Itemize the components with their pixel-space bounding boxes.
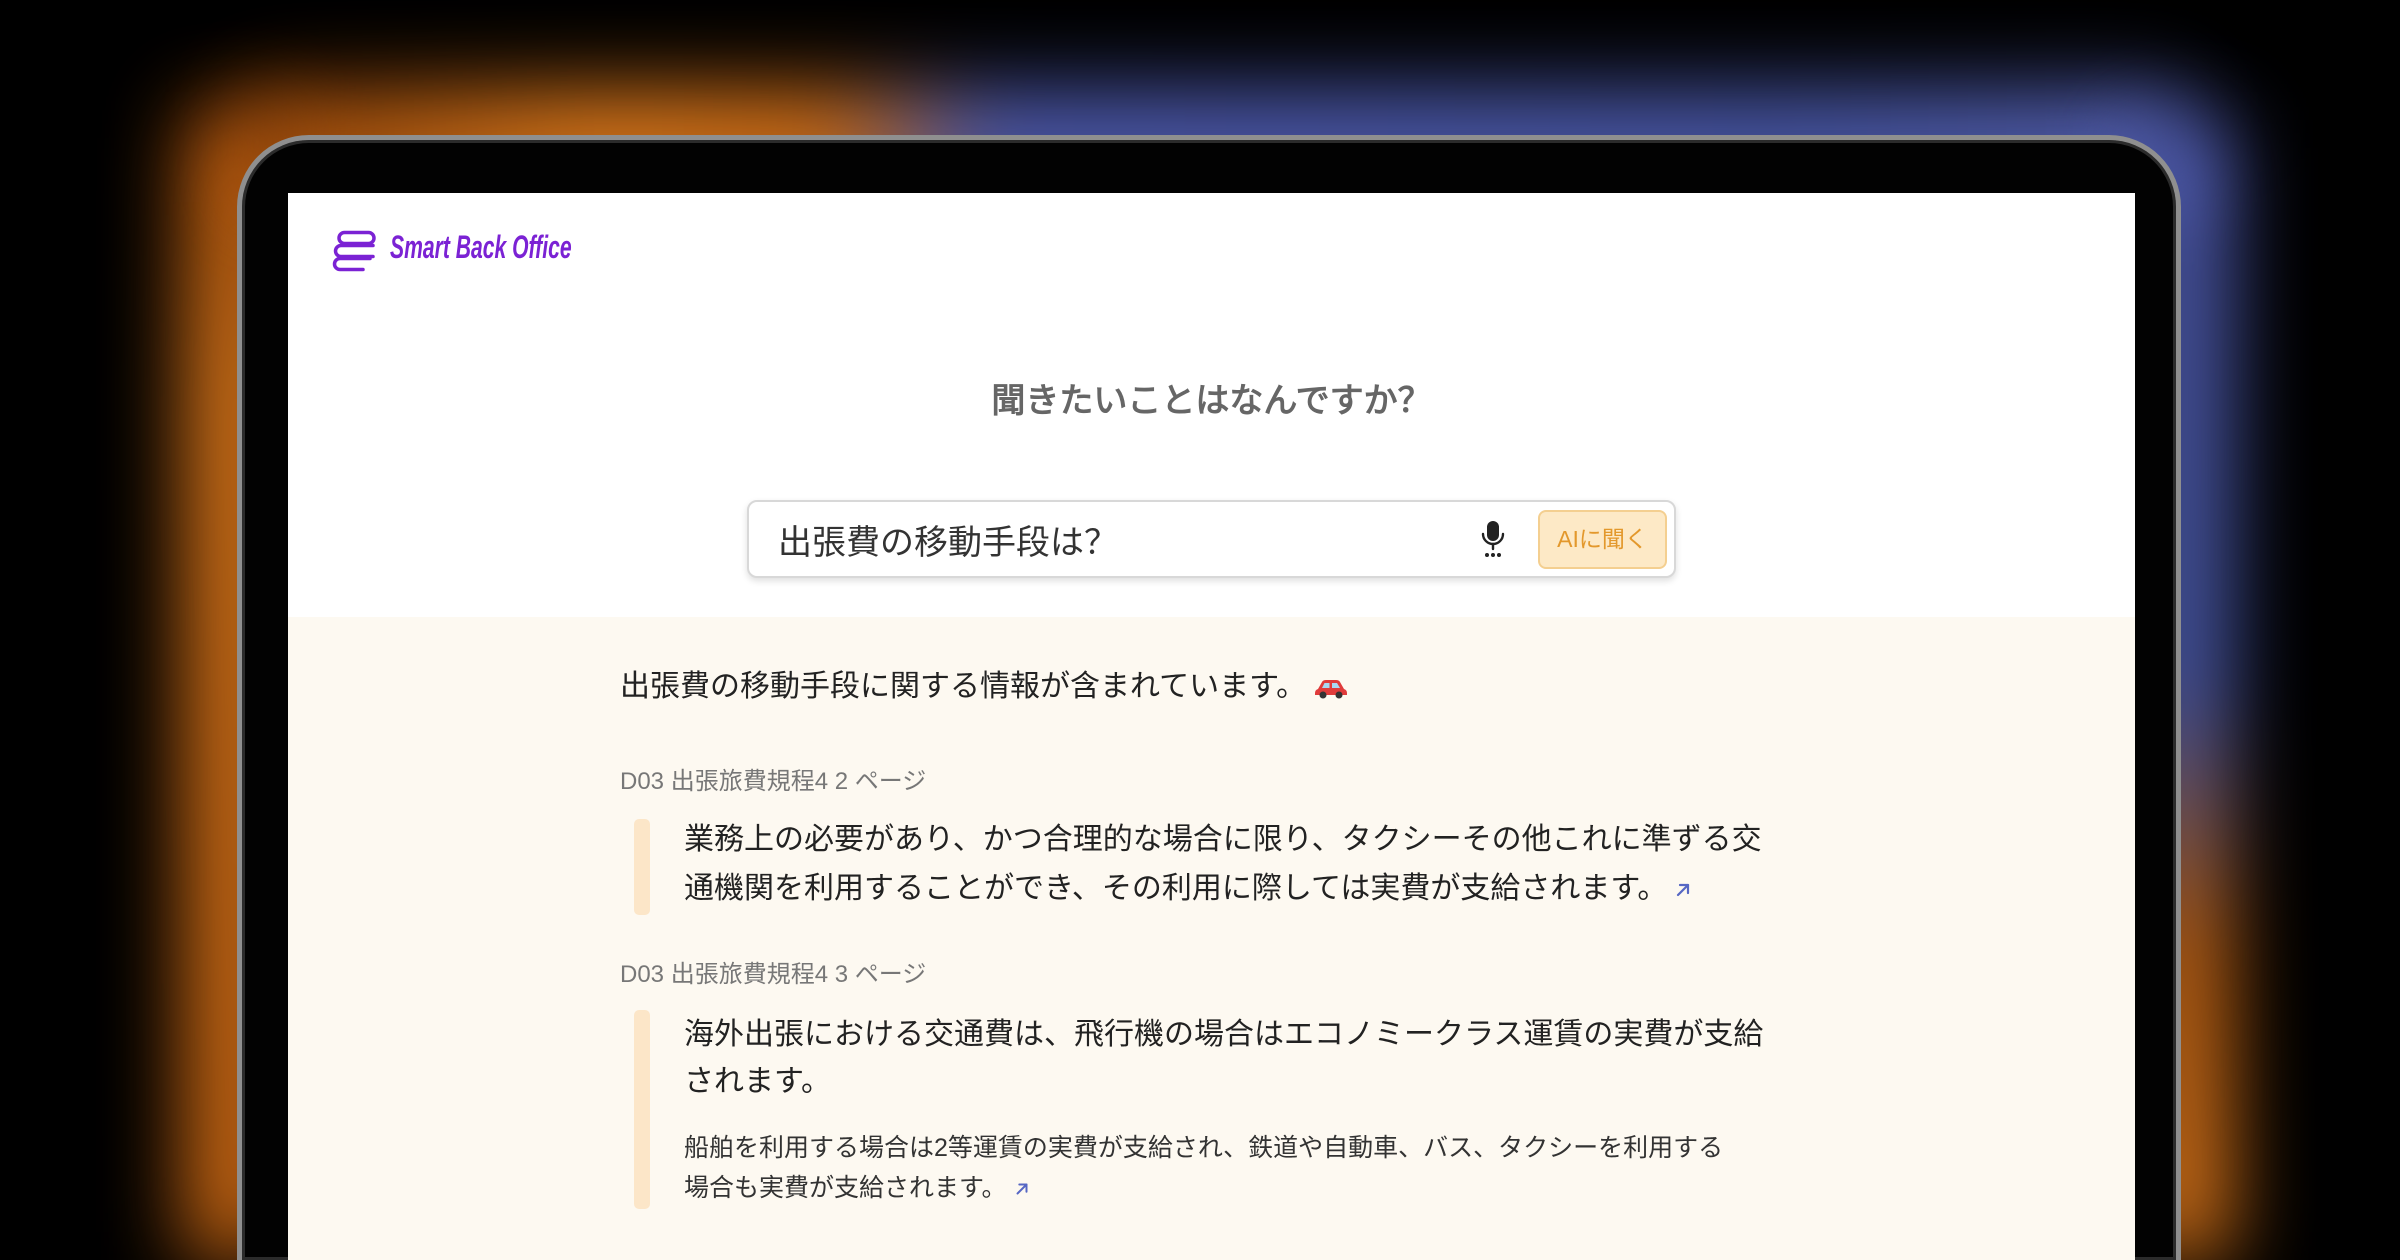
ask-ai-button[interactable]: AIに聞く	[1538, 510, 1667, 569]
app-screen: Smart Back Office 聞きたいことはなんですか？ AIに聞く 出張…	[288, 193, 2135, 1260]
stacked-layers-icon	[332, 230, 376, 272]
excerpt-line-text: 通機関を利用することができ、その利用に際しては実費が支給されます。	[684, 872, 1668, 905]
excerpt-line: されます。	[684, 1065, 831, 1098]
excerpt-line: 海外出張における交通費は、飛行機の場合はエコノミークラス運賃の実費が支給	[684, 1018, 1764, 1051]
page-heading: 聞きたいことはなんですか？	[991, 382, 1432, 420]
external-link-icon[interactable]	[1013, 1180, 1031, 1198]
search-bar: AIに聞く	[747, 500, 1676, 578]
answer-summary: 出張費の移動手段に関する情報が含まれています。	[620, 667, 1348, 707]
source-title: D03 出張旅費規程4 2 ページ	[620, 768, 927, 795]
quote-bar	[634, 1010, 650, 1209]
source-excerpt: 業務上の必要があり、かつ合理的な場合に限り、タクシーその他これに準ずる交 通機関…	[684, 815, 1762, 913]
detail-line-text: 場合も実費が支給されます。	[684, 1174, 1007, 1202]
answer-summary-text: 出張費の移動手段に関する情報が含まれています。	[620, 670, 1307, 703]
search-input[interactable]	[778, 502, 1458, 576]
source-title: D03 出張旅費規程4 3 ページ	[620, 961, 927, 988]
car-icon	[1315, 680, 1348, 699]
microphone-icon[interactable]	[1478, 519, 1508, 559]
detail-line: 船舶を利用する場合は2等運賃の実費が支給され、鉄道や自動車、バス、タクシーを利用…	[684, 1134, 1724, 1162]
quote-bar	[634, 819, 650, 915]
brand-logo[interactable]: Smart Back Office	[332, 229, 665, 273]
brand-name: Smart Back Office	[390, 229, 572, 265]
page-stage: Smart Back Office 聞きたいことはなんですか？ AIに聞く 出張…	[0, 0, 2400, 1260]
external-link-icon[interactable]	[1673, 880, 1693, 900]
source-excerpt: 海外出張における交通費は、飛行機の場合はエコノミークラス運賃の実費が支給 されま…	[684, 1011, 1763, 1105]
detail-line-last: 場合も実費が支給されます。	[684, 1168, 1723, 1208]
source-detail: 船舶を利用する場合は2等運賃の実費が支給され、鉄道や自動車、バス、タクシーを利用…	[684, 1128, 1723, 1208]
excerpt-line-last: 通機関を利用することができ、その利用に際しては実費が支給されます。	[684, 864, 1762, 913]
excerpt-line: 業務上の必要があり、かつ合理的な場合に限り、タクシーその他これに準ずる交	[684, 823, 1762, 856]
